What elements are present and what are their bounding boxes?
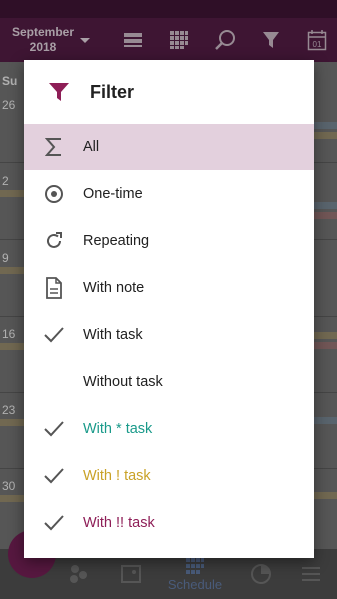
check-icon [24, 311, 83, 358]
check-icon [24, 405, 83, 452]
filter-option-label: With task [83, 326, 143, 343]
filter-option-one-time[interactable]: One-time [24, 170, 314, 217]
filter-option-label: Without task [83, 373, 163, 390]
filter-option-without-task[interactable]: Without task [24, 358, 314, 405]
filter-option-repeating[interactable]: Repeating [24, 217, 314, 264]
dialog-title: Filter [90, 81, 135, 102]
dialog-header: Filter [24, 60, 314, 124]
filter-option-all[interactable]: All [24, 124, 314, 170]
filter-option-label: With note [83, 279, 145, 296]
filter-option-with-task[interactable]: With task [24, 311, 314, 358]
filter-icon [49, 83, 69, 101]
radio-dot-icon [24, 170, 83, 217]
filter-option-with-double-exclaim-task[interactable]: With !! task [24, 499, 314, 546]
filter-option-with-note[interactable]: With note [24, 264, 314, 311]
filter-option-label: One-time [83, 185, 143, 202]
check-icon [24, 499, 83, 546]
filter-dialog: Filter All One-time Repeating With note … [24, 60, 314, 558]
filter-option-with-star-task[interactable]: With * task [24, 405, 314, 452]
filter-option-label: With ! task [83, 467, 151, 484]
note-icon [24, 264, 83, 311]
filter-option-label: Repeating [83, 232, 150, 249]
filter-option-with-exclaim-task[interactable]: With ! task [24, 452, 314, 499]
sigma-icon [24, 124, 83, 171]
filter-option-label: All [83, 139, 100, 155]
filter-option-label: With * task [83, 420, 153, 437]
check-icon [24, 452, 83, 499]
refresh-icon [24, 217, 83, 264]
filter-option-label: With !! task [83, 514, 155, 531]
